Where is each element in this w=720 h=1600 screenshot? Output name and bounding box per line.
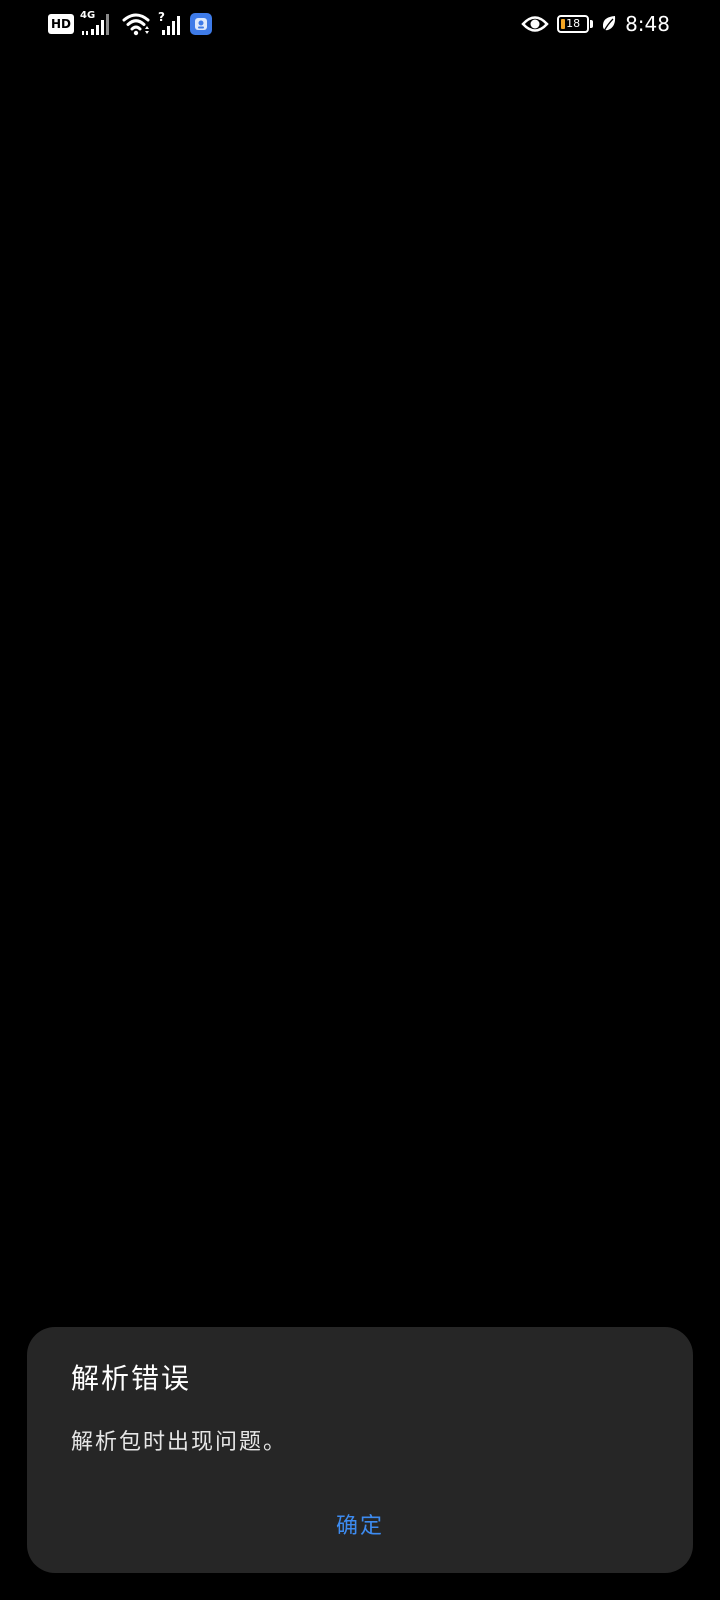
parse-error-dialog: 解析错误 解析包时出现问题。 确定: [27, 1327, 693, 1573]
status-bar: HD 4G ? 18 8:48: [0, 0, 720, 48]
power-saving-leaf-icon: [603, 16, 616, 32]
status-bar-left: HD 4G ?: [48, 10, 213, 38]
cellular-signal-2-icon: ?: [158, 10, 184, 36]
hd-icon: HD: [48, 14, 75, 34]
battery-icon: 18: [557, 15, 594, 33]
cellular-signal-icon: 4G: [80, 10, 116, 36]
battery-percent: 18: [566, 17, 581, 30]
confirm-button[interactable]: 确定: [27, 1499, 693, 1555]
battery-tip: [590, 20, 594, 28]
app-notification-icon: [190, 13, 213, 35]
eye-comfort-icon: [521, 16, 549, 32]
dialog-title: 解析错误: [71, 1362, 192, 1395]
wifi-icon: [122, 13, 150, 36]
battery-body: 18: [557, 15, 590, 33]
dialog-message: 解析包时出现问题。: [71, 1430, 288, 1455]
clock: 8:48: [625, 12, 670, 36]
status-bar-right: 18 8:48: [521, 10, 670, 38]
